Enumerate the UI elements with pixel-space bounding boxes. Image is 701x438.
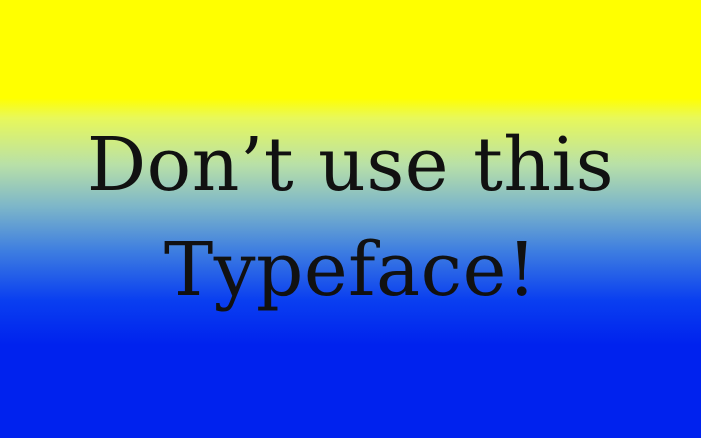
warning-message: Don’t use this Typeface!	[0, 113, 701, 323]
message-line-2: Typeface!	[163, 227, 538, 313]
gradient-background: Don’t use this Typeface!	[0, 0, 701, 438]
message-line-1: Don’t use this	[86, 122, 615, 208]
